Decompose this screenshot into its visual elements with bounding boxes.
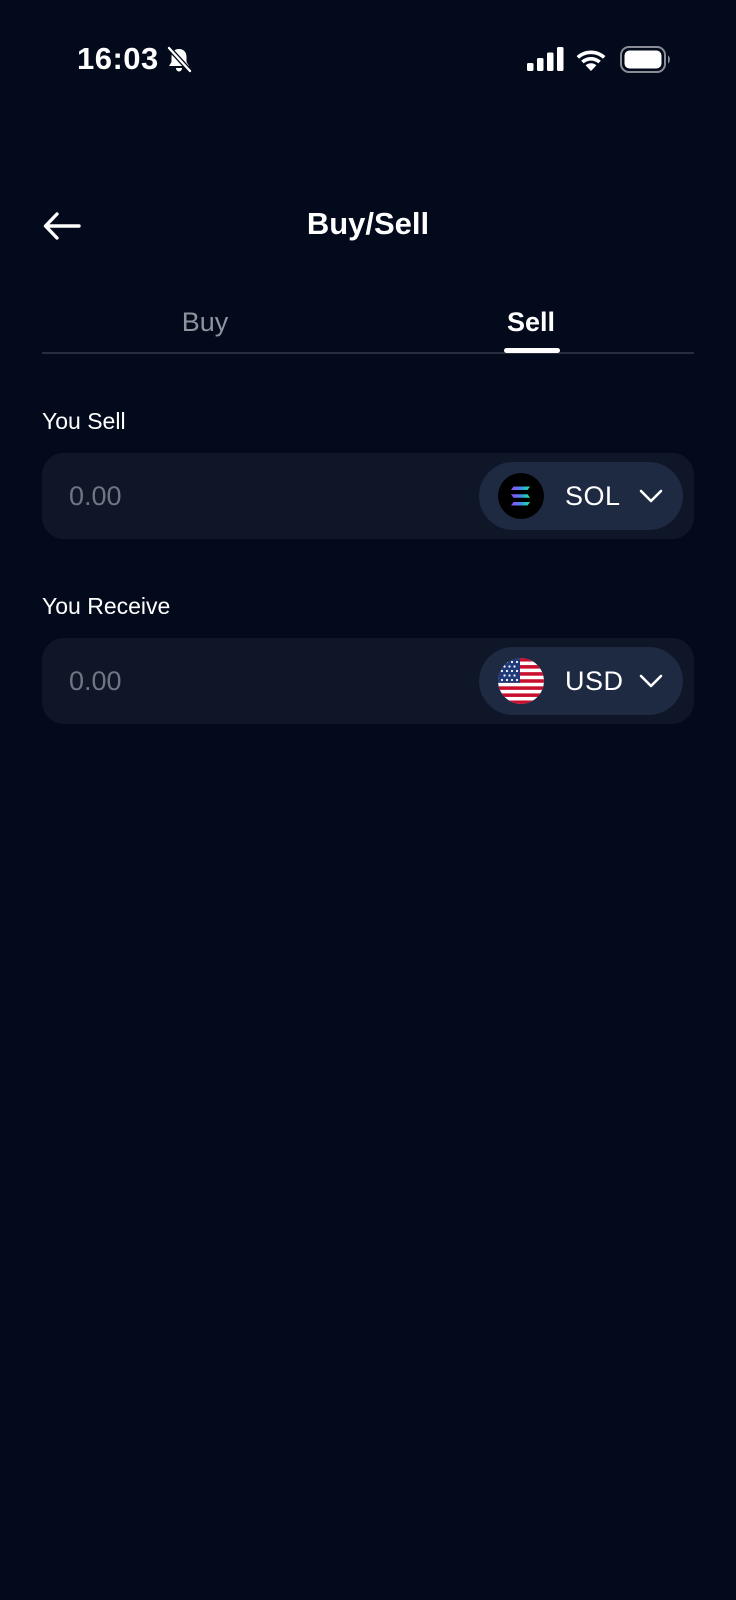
tab-buy[interactable]: Buy xyxy=(42,290,368,352)
buy-sell-screen: 16:03 Buy/Sell Buy Sell You Sell 0.00 SO… xyxy=(0,0,736,1600)
tab-sell-label: Sell xyxy=(506,307,556,337)
page-title: Buy/Sell xyxy=(306,206,430,241)
receive-currency-selector[interactable]: USD xyxy=(479,647,683,715)
status-time: 16:03 xyxy=(77,41,159,76)
tabs-divider xyxy=(42,352,694,354)
receive-amount-input[interactable] xyxy=(69,660,369,702)
sell-currency-selector[interactable]: SOL xyxy=(479,462,683,530)
sell-field-label: You Sell xyxy=(42,408,126,434)
bell-off-icon xyxy=(167,46,192,73)
tab-sell[interactable]: Sell xyxy=(368,290,694,352)
solana-icon xyxy=(498,473,544,519)
buy-sell-tabs: Buy Sell xyxy=(42,290,694,354)
us-flag-icon xyxy=(498,658,544,704)
tab-buy-label: Buy xyxy=(181,307,229,337)
wifi-icon xyxy=(576,50,606,71)
battery-icon xyxy=(620,46,670,73)
sell-amount-input[interactable] xyxy=(69,475,369,517)
active-tab-indicator xyxy=(504,348,560,353)
chevron-down-icon xyxy=(639,674,663,688)
status-bar: 16:03 xyxy=(0,0,736,120)
cellular-signal-icon xyxy=(527,47,564,71)
sell-currency-code: SOL xyxy=(565,481,621,511)
receive-field: USD xyxy=(42,638,694,724)
sell-field: SOL xyxy=(42,453,694,539)
receive-field-label: You Receive xyxy=(42,593,171,619)
chevron-down-icon xyxy=(639,489,663,503)
receive-currency-code: USD xyxy=(565,666,624,696)
